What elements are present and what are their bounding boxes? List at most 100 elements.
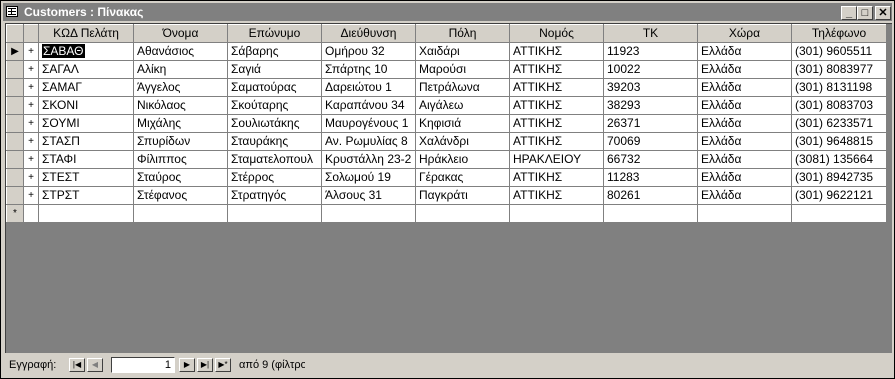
table-cell[interactable] <box>415 204 510 223</box>
table-cell[interactable]: Σταύρος <box>133 168 228 187</box>
table-cell[interactable]: 38293 <box>603 96 698 115</box>
new-record-button[interactable]: ▶* <box>215 358 231 372</box>
table-cell[interactable]: Δαρειώτου 1 <box>321 78 416 97</box>
table-row[interactable]: + ΣΟΥΜΙ Μιχάλης Σουλιωτάκης Μαυρογένους 1 Κηφ… <box>6 114 887 133</box>
table-cell[interactable]: 66732 <box>603 150 698 169</box>
table-cell[interactable]: ΑΤΤΙΚΗΣ <box>509 132 604 151</box>
table-cell[interactable]: ΣΤΕΣΤ <box>38 168 134 187</box>
table-cell[interactable]: Αν. Ρωμυλίας 8 <box>321 132 416 151</box>
expand-icon[interactable]: + <box>23 96 39 115</box>
table-cell[interactable]: ΣΤΑΣΠ <box>38 132 134 151</box>
table-cell[interactable]: Κηφισιά <box>415 114 510 133</box>
table-row[interactable]: + ΣΚΟΝΙ Νικόλαος Σκούταρης Καραπάνου 34 Αιγάλ… <box>6 96 887 115</box>
table-cell[interactable]: Σαματούρας <box>227 78 322 97</box>
table-cell[interactable]: 26371 <box>603 114 698 133</box>
table-cell[interactable]: Ελλάδα <box>697 42 792 61</box>
table-cell[interactable]: Σαγιά <box>227 60 322 79</box>
expand-icon[interactable]: + <box>23 150 39 169</box>
table-cell[interactable]: Άλσους 31 <box>321 186 416 205</box>
record-selector[interactable] <box>6 132 24 151</box>
record-selector[interactable] <box>6 78 24 97</box>
table-cell[interactable]: (301) 9605511 <box>791 42 887 61</box>
table-cell[interactable]: Πετράλωνα <box>415 78 510 97</box>
table-cell[interactable]: 10022 <box>603 60 698 79</box>
next-record-button[interactable]: ▶ <box>179 358 195 372</box>
table-row[interactable]: + ΣΑΜΑΓ Άγγελος Σαματούρας Δαρειώτου 1 Πετράλ… <box>6 78 887 97</box>
table-cell[interactable] <box>697 204 792 223</box>
table-cell[interactable]: Ελλάδα <box>697 60 792 79</box>
table-cell[interactable] <box>321 204 416 223</box>
previous-record-button[interactable]: ◀ <box>87 358 103 372</box>
table-cell[interactable]: Ελλάδα <box>697 150 792 169</box>
table-cell[interactable]: Αθανάσιος <box>133 42 228 61</box>
table-cell[interactable]: Σάβαρης <box>227 42 322 61</box>
last-record-button[interactable]: ▶| <box>197 358 213 372</box>
expand-icon[interactable]: + <box>23 132 39 151</box>
table-cell[interactable]: Ελλάδα <box>697 168 792 187</box>
table-cell[interactable]: (301) 9648815 <box>791 132 887 151</box>
table-cell[interactable]: Καραπάνου 34 <box>321 96 416 115</box>
new-record-selector[interactable]: * <box>6 204 24 223</box>
table-cell[interactable]: ΑΤΤΙΚΗΣ <box>509 60 604 79</box>
table-cell[interactable]: ΣΟΥΜΙ <box>38 114 134 133</box>
table-cell[interactable]: Σταματελοπουλ <box>227 150 322 169</box>
current-record-input[interactable]: 1 <box>111 357 175 373</box>
table-cell[interactable]: (301) 8131198 <box>791 78 887 97</box>
expand-icon[interactable]: + <box>23 78 39 97</box>
table-cell[interactable]: 70069 <box>603 132 698 151</box>
table-cell[interactable]: Σταυράκης <box>227 132 322 151</box>
table-cell[interactable]: Νικόλαος <box>133 96 228 115</box>
table-cell[interactable]: Ελλάδα <box>697 132 792 151</box>
column-header[interactable]: ΚΩΔ Πελάτη <box>38 24 134 43</box>
table-cell[interactable]: Ελλάδα <box>697 96 792 115</box>
table-cell[interactable]: ΑΤΤΙΚΗΣ <box>509 186 604 205</box>
table-cell[interactable]: Μαρούσι <box>415 60 510 79</box>
table-cell[interactable]: ΑΤΤΙΚΗΣ <box>509 96 604 115</box>
table-cell[interactable]: Ελλάδα <box>697 78 792 97</box>
corner-cell[interactable] <box>6 24 24 43</box>
record-selector[interactable]: ▶ <box>6 42 24 61</box>
table-row[interactable]: + ΣΤΡΣΤ Στέφανος Στρατηγός Άλσους 31 Παγκράτι… <box>6 186 887 205</box>
record-selector[interactable] <box>6 186 24 205</box>
table-cell[interactable] <box>603 204 698 223</box>
table-cell[interactable]: ΣΚΟΝΙ <box>38 96 134 115</box>
table-cell[interactable]: Χαιδάρι <box>415 42 510 61</box>
column-header[interactable]: Όνομα <box>133 24 228 43</box>
table-cell[interactable]: Σουλιωτάκης <box>227 114 322 133</box>
column-header[interactable]: Τηλέφωνο <box>791 24 887 43</box>
table-cell[interactable]: (301) 8083703 <box>791 96 887 115</box>
record-selector[interactable] <box>6 150 24 169</box>
table-cell[interactable]: Ηράκλειο <box>415 150 510 169</box>
table-cell[interactable]: (301) 8942735 <box>791 168 887 187</box>
table-cell[interactable]: ΑΤΤΙΚΗΣ <box>509 78 604 97</box>
table-cell[interactable]: Παγκράτι <box>415 186 510 205</box>
record-selector[interactable] <box>6 60 24 79</box>
table-cell[interactable] <box>227 204 322 223</box>
table-cell[interactable]: 11923 <box>603 42 698 61</box>
expand-icon[interactable]: + <box>23 60 39 79</box>
table-cell[interactable]: Κρυστάλλη 23-2 <box>321 150 416 169</box>
first-record-button[interactable]: |◀ <box>69 358 85 372</box>
table-cell[interactable]: ΑΤΤΙΚΗΣ <box>509 42 604 61</box>
record-selector[interactable] <box>6 114 24 133</box>
table-cell[interactable]: ΑΤΤΙΚΗΣ <box>509 168 604 187</box>
table-cell[interactable]: Στέφανος <box>133 186 228 205</box>
table-cell[interactable]: Αλίκη <box>133 60 228 79</box>
table-row[interactable]: + ΣΤΕΣΤ Σταύρος Στέρρος Σολωμού 19 Γέρακας ΑΤΤ… <box>6 168 887 187</box>
expand-icon[interactable]: + <box>23 186 39 205</box>
horizontal-scrollbar[interactable] <box>305 358 890 372</box>
table-cell[interactable]: Φίλιππος <box>133 150 228 169</box>
column-header[interactable]: Επώνυμο <box>227 24 322 43</box>
expand-icon[interactable]: + <box>23 168 39 187</box>
table-cell[interactable]: ΣΤΡΣΤ <box>38 186 134 205</box>
expand-icon[interactable]: + <box>23 42 39 61</box>
table-cell[interactable]: ΑΤΤΙΚΗΣ <box>509 114 604 133</box>
table-cell[interactable]: (301) 8083977 <box>791 60 887 79</box>
close-button[interactable]: ✕ <box>875 6 891 20</box>
table-cell[interactable]: 39203 <box>603 78 698 97</box>
column-header[interactable]: Διεύθυνση <box>321 24 416 43</box>
table-cell[interactable]: Σπυρίδων <box>133 132 228 151</box>
table-cell[interactable] <box>791 204 887 223</box>
column-header[interactable]: ΤΚ <box>603 24 698 43</box>
table-cell[interactable]: Στέρρος <box>227 168 322 187</box>
